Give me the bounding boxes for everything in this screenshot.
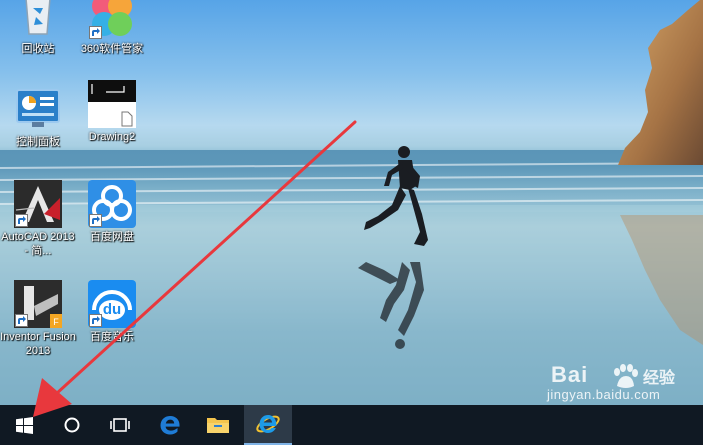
desktop: 回收站 360软件管家 控制面板 Drawing2 AutoCAD 2013 -… xyxy=(0,0,703,405)
desktop-icon-label: AutoCAD 2013 - 简... xyxy=(1,231,75,257)
shortcut-arrow-icon xyxy=(89,314,102,327)
desktop-icon-label: 360软件管家 xyxy=(80,43,144,55)
desktop-icon-label: Drawing2 xyxy=(88,131,136,143)
shortcut-arrow-icon xyxy=(15,314,28,327)
desktop-icon-drawing2[interactable]: Drawing2 xyxy=(74,80,150,144)
desktop-icon-control-panel[interactable]: 控制面板 xyxy=(0,85,76,149)
start-button[interactable] xyxy=(0,405,48,445)
inventor-fusion-icon: F xyxy=(14,280,62,328)
dwg-file-icon xyxy=(88,80,136,128)
cortana-icon xyxy=(63,416,81,434)
360-software-manager-icon xyxy=(88,0,136,40)
recycle-bin-icon xyxy=(14,0,62,40)
autocad-icon xyxy=(14,180,62,228)
baidu-jingyan-watermark: Bai 经验 jingyan.baidu.com xyxy=(547,362,697,402)
internet-explorer-icon xyxy=(255,411,281,437)
desktop-icon-360-software-manager[interactable]: 360软件管家 xyxy=(74,0,150,56)
desktop-icon-recycle-bin[interactable]: 回收站 xyxy=(0,0,76,56)
watermark-jingyan: 经验 xyxy=(643,370,676,387)
desktop-icon-label: 百度音乐 xyxy=(90,331,134,343)
watermark-url: jingyan.baidu.com xyxy=(547,387,661,402)
svg-text:F: F xyxy=(53,317,59,327)
desktop-icon-label: 回收站 xyxy=(21,43,55,55)
desktop-icon-label: 百度网盘 xyxy=(90,231,134,243)
taskbar xyxy=(0,405,703,445)
watermark-brand: Bai xyxy=(551,362,589,387)
desktop-icon-baidu-netdisk[interactable]: 百度网盘 xyxy=(74,180,150,244)
desktop-icon-autocad-2013[interactable]: AutoCAD 2013 - 简... xyxy=(0,180,76,258)
cortana-button[interactable] xyxy=(48,405,96,445)
baidu-music-icon: du xyxy=(88,280,136,328)
desktop-icon-inventor-fusion-2013[interactable]: F Inventor Fusion 2013 xyxy=(0,280,76,358)
shortcut-arrow-icon xyxy=(89,26,102,39)
file-explorer-icon xyxy=(206,415,230,435)
edge-icon xyxy=(159,414,181,436)
edge-button[interactable] xyxy=(146,405,194,445)
shortcut-arrow-icon xyxy=(15,214,28,227)
desktop-icon-label: Inventor Fusion 2013 xyxy=(0,331,76,357)
control-panel-icon xyxy=(14,85,62,133)
desktop-icon-baidu-music[interactable]: du 百度音乐 xyxy=(74,280,150,344)
task-view-button[interactable] xyxy=(96,405,144,445)
file-explorer-button[interactable] xyxy=(194,405,242,445)
start-icon xyxy=(15,416,33,434)
internet-explorer-button[interactable] xyxy=(244,405,292,445)
task-view-icon xyxy=(109,417,131,433)
baidu-netdisk-icon xyxy=(88,180,136,228)
shortcut-arrow-icon xyxy=(89,214,102,227)
desktop-icon-label: 控制面板 xyxy=(16,136,60,148)
